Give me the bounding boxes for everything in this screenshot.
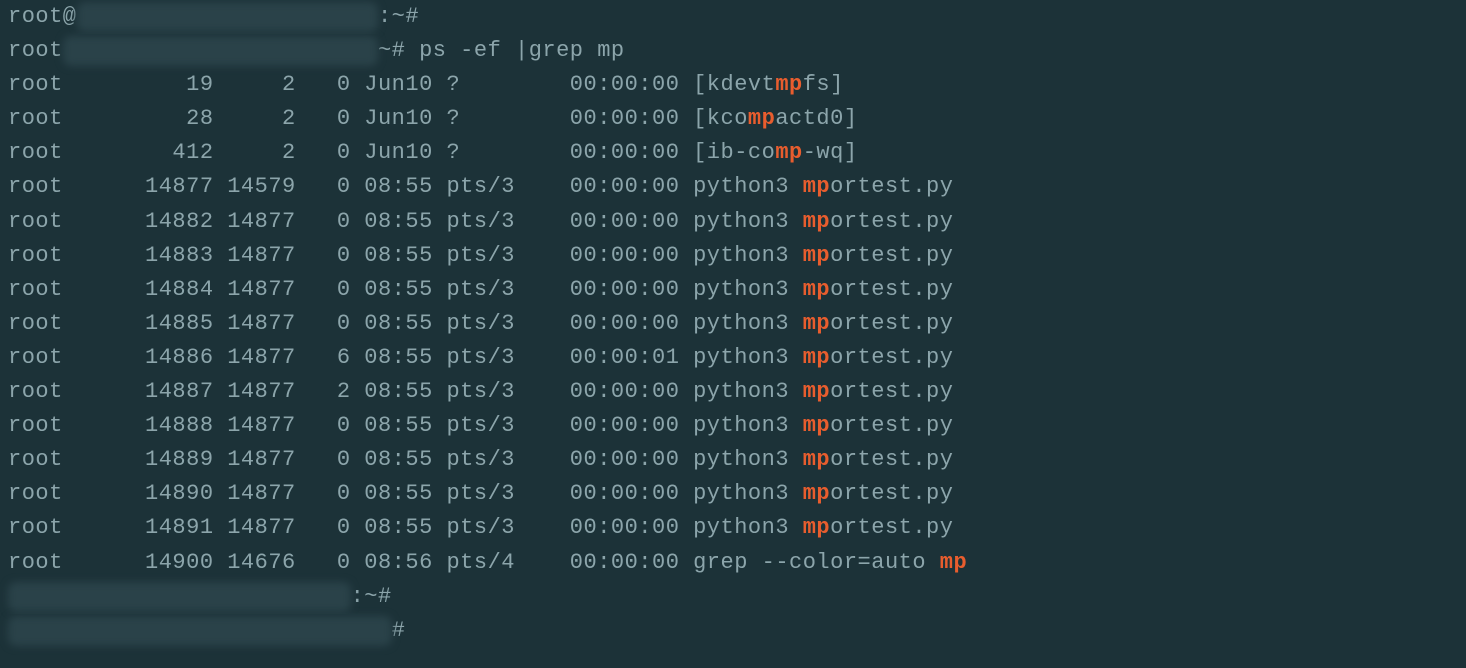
process-cmd-post: ortest.py [830, 209, 953, 234]
process-columns: root 14900 14676 0 08:56 pts/4 00:00:00 [8, 550, 693, 575]
process-cmd-pre: python3 [693, 209, 803, 234]
process-row: root 14891 14877 0 08:55 pts/3 00:00:00 … [8, 511, 1458, 545]
prompt-suffix: ~# [378, 38, 419, 63]
process-cmd-pre: python3 [693, 447, 803, 472]
process-cmd-post: ortest.py [830, 481, 953, 506]
process-columns: root 14884 14877 0 08:55 pts/3 00:00:00 [8, 277, 693, 302]
process-row: root 14889 14877 0 08:55 pts/3 00:00:00 … [8, 443, 1458, 477]
process-cmd-post: ortest.py [830, 311, 953, 336]
terminal-output[interactable]: root@xxxxxxxxxxxxxxxxxxxxxx:~# rootxxxxx… [8, 0, 1458, 648]
grep-match: mp [803, 345, 830, 370]
process-row: root 14883 14877 0 08:55 pts/3 00:00:00 … [8, 239, 1458, 273]
redacted-host: xxxxxxxxxxxxxxxxxxxxxx [77, 0, 378, 34]
prompt-suffix: :~# [378, 4, 419, 29]
process-cmd-post: ortest.py [830, 413, 953, 438]
process-row: root 19 2 0 Jun10 ? 00:00:00 [kdevtmpfs] [8, 68, 1458, 102]
process-cmd-pre: python3 [693, 243, 803, 268]
prompt-suffix: # [392, 618, 406, 643]
redacted-host: xxxxxxxxxxxxxxxxxxxxxxxxx [8, 580, 351, 614]
process-cmd-post: ortest.py [830, 447, 953, 472]
process-columns: root 14882 14877 0 08:55 pts/3 00:00:00 [8, 209, 693, 234]
process-row: root 14885 14877 0 08:55 pts/3 00:00:00 … [8, 307, 1458, 341]
grep-match: mp [803, 209, 830, 234]
grep-match: mp [748, 106, 775, 131]
grep-match: mp [803, 481, 830, 506]
command-text: ps -ef |grep mp [419, 38, 625, 63]
process-cmd-post: fs] [803, 72, 844, 97]
process-cmd-pre: python3 [693, 345, 803, 370]
process-columns: root 14890 14877 0 08:55 pts/3 00:00:00 [8, 481, 693, 506]
process-row: root 14888 14877 0 08:55 pts/3 00:00:00 … [8, 409, 1458, 443]
process-row: root 14887 14877 2 08:55 pts/3 00:00:00 … [8, 375, 1458, 409]
redacted-host: xxxxxxxxxxxxxxxxxxxxxxx [63, 34, 378, 68]
process-cmd-pre: python3 [693, 379, 803, 404]
process-cmd-post: -wq] [803, 140, 858, 165]
process-cmd-pre: [kco [693, 106, 748, 131]
process-row: root 14882 14877 0 08:55 pts/3 00:00:00 … [8, 205, 1458, 239]
prompt-line-1: root@xxxxxxxxxxxxxxxxxxxxxx:~# [8, 0, 1458, 34]
grep-match: mp [803, 277, 830, 302]
process-cmd-pre: grep --color=auto [693, 550, 940, 575]
process-cmd-post: ortest.py [830, 277, 953, 302]
process-cmd-pre: python3 [693, 277, 803, 302]
prompt-user: root [8, 38, 63, 63]
grep-match: mp [803, 243, 830, 268]
process-row: root 14886 14877 6 08:55 pts/3 00:00:01 … [8, 341, 1458, 375]
prompt-line-2: rootxxxxxxxxxxxxxxxxxxxxxxx~# ps -ef |gr… [8, 34, 1458, 68]
process-columns: root 14887 14877 2 08:55 pts/3 00:00:00 [8, 379, 693, 404]
process-columns: root 14883 14877 0 08:55 pts/3 00:00:00 [8, 243, 693, 268]
process-cmd-post: ortest.py [830, 345, 953, 370]
redacted-host: xxxxxxxxxxxxxxxxxxxxxxxxxxxx [8, 614, 392, 648]
grep-match: mp [803, 413, 830, 438]
process-row: root 14900 14676 0 08:56 pts/4 00:00:00 … [8, 546, 1458, 580]
process-cmd-post: ortest.py [830, 379, 953, 404]
process-columns: root 28 2 0 Jun10 ? 00:00:00 [8, 106, 693, 131]
process-cmd-pre: python3 [693, 481, 803, 506]
process-cmd-pre: python3 [693, 515, 803, 540]
process-row: root 28 2 0 Jun10 ? 00:00:00 [kcompactd0… [8, 102, 1458, 136]
process-columns: root 14886 14877 6 08:55 pts/3 00:00:01 [8, 345, 693, 370]
process-cmd-post: ortest.py [830, 174, 953, 199]
process-columns: root 14891 14877 0 08:55 pts/3 00:00:00 [8, 515, 693, 540]
process-cmd-post: ortest.py [830, 243, 953, 268]
process-cmd-post: ortest.py [830, 515, 953, 540]
process-columns: root 14877 14579 0 08:55 pts/3 00:00:00 [8, 174, 693, 199]
process-cmd-post: actd0] [775, 106, 857, 131]
process-columns: root 14885 14877 0 08:55 pts/3 00:00:00 [8, 311, 693, 336]
grep-match: mp [803, 174, 830, 199]
grep-match: mp [803, 379, 830, 404]
prompt-line-4: xxxxxxxxxxxxxxxxxxxxxxxxxxxx# [8, 614, 1458, 648]
prompt-user: root@ [8, 4, 77, 29]
grep-match: mp [803, 447, 830, 472]
process-cmd-pre: python3 [693, 174, 803, 199]
process-cmd-pre: python3 [693, 311, 803, 336]
grep-match: mp [803, 515, 830, 540]
process-columns: root 14888 14877 0 08:55 pts/3 00:00:00 [8, 413, 693, 438]
process-columns: root 412 2 0 Jun10 ? 00:00:00 [8, 140, 693, 165]
process-row: root 14884 14877 0 08:55 pts/3 00:00:00 … [8, 273, 1458, 307]
process-cmd-pre: [kdevt [693, 72, 775, 97]
grep-match: mp [803, 311, 830, 336]
process-columns: root 14889 14877 0 08:55 pts/3 00:00:00 [8, 447, 693, 472]
grep-match: mp [775, 72, 802, 97]
process-columns: root 19 2 0 Jun10 ? 00:00:00 [8, 72, 693, 97]
process-row: root 14877 14579 0 08:55 pts/3 00:00:00 … [8, 170, 1458, 204]
process-cmd-pre: python3 [693, 413, 803, 438]
process-row: root 412 2 0 Jun10 ? 00:00:00 [ib-comp-w… [8, 136, 1458, 170]
process-row: root 14890 14877 0 08:55 pts/3 00:00:00 … [8, 477, 1458, 511]
prompt-line-3: xxxxxxxxxxxxxxxxxxxxxxxxx:~# [8, 580, 1458, 614]
grep-match: mp [775, 140, 802, 165]
process-list: root 19 2 0 Jun10 ? 00:00:00 [kdevtmpfs]… [8, 68, 1458, 579]
grep-match: mp [940, 550, 967, 575]
prompt-suffix: :~# [351, 584, 392, 609]
process-cmd-pre: [ib-co [693, 140, 775, 165]
